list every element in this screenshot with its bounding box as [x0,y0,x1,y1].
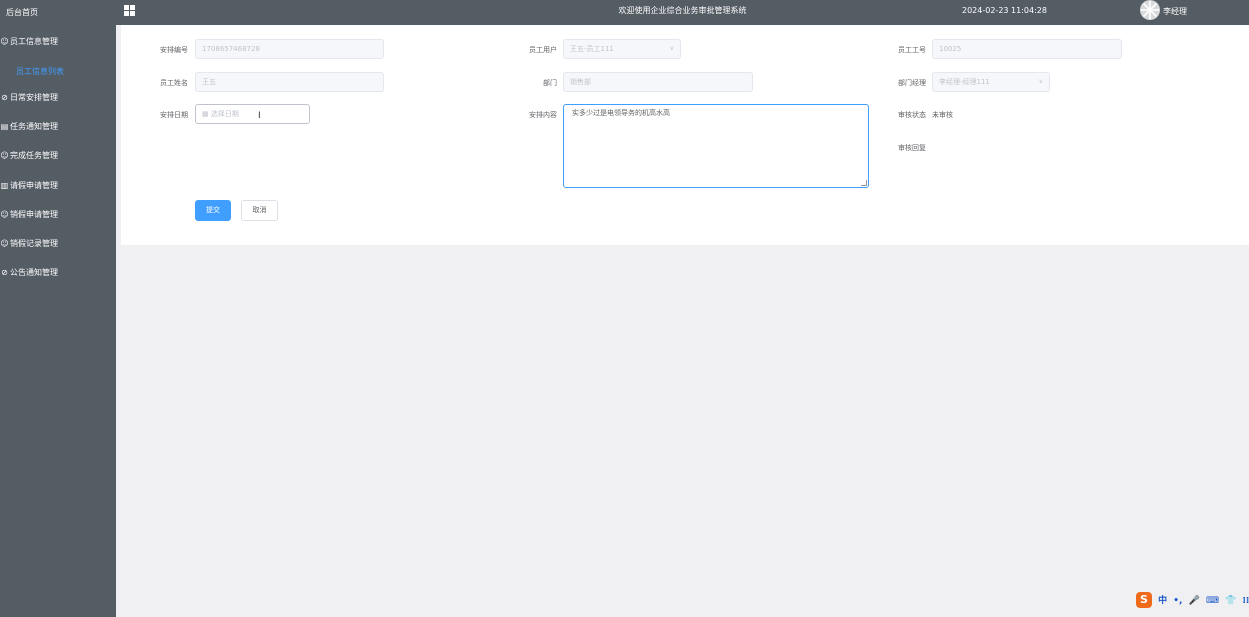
sidebar-item-leave-request[interactable]: ▥ 请假申请管理 [0,176,116,196]
submit-button[interactable]: 提交 [195,200,231,221]
sidebar-item-employee-info[interactable]: ☺员工信息管理 [0,32,116,52]
employee-no-field: 10025 [932,39,1122,59]
current-datetime: 2024-02-23 11:04:28 [962,6,1047,15]
ime-toolbar: S 中 •, 🎤 ⌨ 👕 ⁞⁞ [1136,592,1249,612]
employee-name-field: 王五 [195,72,384,92]
keyboard-icon[interactable]: ⌨ [1206,596,1219,606]
calendar-icon: ▦ [202,110,211,118]
chevron-down-icon: ∨ [669,45,674,52]
ime-punctuation-icon[interactable]: •, [1173,596,1182,606]
schedule-no-field: 1708657468728 [195,39,384,59]
sidebar-subitem-employee-list[interactable]: 员工信息列表 [16,66,64,77]
sidebar-item-label: 员工信息管理 [10,37,58,46]
sogou-logo-icon[interactable]: S [1136,592,1152,608]
sidebar-home[interactable]: 后台首页 [0,0,116,25]
resize-handle-icon[interactable] [861,180,867,186]
department-field: 销售部 [563,72,753,92]
dept-manager-select: 李经理-经理111 ∨ [932,72,1050,92]
schedule-date-label: 安排日期 [160,111,188,119]
current-user-name[interactable]: 李经理 [1163,0,1187,24]
text-cursor-icon: I [258,111,261,121]
employee-user-label: 员工用户 [529,46,557,54]
dept-manager-value: 李经理-经理111 [939,78,990,86]
employee-name-label: 员工姓名 [160,79,188,87]
sidebar-item-announcements[interactable]: ⊘ 公告通知管理 [0,263,116,283]
sidebar-item-leave-cancel-records[interactable]: ☺销假记录管理 [0,234,116,254]
top-bar: 欢迎使用企业综合业务审批管理系统 2024-02-23 11:04:28 李经理 [116,0,1249,25]
employee-no-label: 员工工号 [898,46,926,54]
review-status-value: 未审核 [932,111,953,119]
system-title: 欢迎使用企业综合业务审批管理系统 [618,6,747,15]
department-label: 部门 [543,79,557,87]
bar-chart-icon: ▥ [0,181,9,190]
sidebar: 后台首页 ☺员工信息管理 员工信息列表 ⊘ 日常安排管理 ▤ 任务通知管理 ☺完成任… [0,0,116,617]
sidebar-item-completed-tasks[interactable]: ☺完成任务管理 [0,146,116,166]
schedule-content-text: 实多少过是电领导务的机高水高 [572,109,670,117]
employee-user-value: 王五-员工111 [570,45,614,53]
sidebar-item-daily-schedule[interactable]: ⊘ 日常安排管理 [0,88,116,108]
smile-icon: ☺ [0,37,9,46]
sidebar-item-label: 任务通知管理 [10,122,58,131]
schedule-form-card: 安排编号 1708657468728 员工用户 王五-员工111 ∨ 员工工号 … [121,25,1249,245]
document-icon: ▤ [0,122,9,131]
smile-icon: ☺ [0,151,9,160]
sidebar-item-label: 销假记录管理 [10,239,58,248]
employee-user-select: 王五-员工111 ∨ [563,39,681,59]
dept-manager-label: 部门经理 [898,79,926,87]
chevron-down-icon: ∨ [1038,78,1043,85]
schedule-date-placeholder: 选择日期 [210,110,239,118]
more-tools-icon[interactable]: ⁞⁞ [1242,596,1249,606]
schedule-content-label: 安排内容 [529,111,557,119]
microphone-icon[interactable]: 🎤 [1189,596,1200,606]
sidebar-item-label: 请假申请管理 [10,181,58,190]
schedule-content-textarea[interactable]: 实多少过是电领导务的机高水高 [563,104,869,188]
sidebar-item-label: 销假申请管理 [10,210,58,219]
sidebar-item-task-notice[interactable]: ▤ 任务通知管理 [0,117,116,137]
circle-slash-icon: ⊘ [1,268,8,277]
sidebar-item-leave-cancel-request[interactable]: ☺销假申请管理 [0,205,116,225]
ime-chinese-mode[interactable]: 中 [1158,593,1167,606]
avatar[interactable] [1140,0,1160,20]
review-reply-label: 审核回复 [898,144,926,152]
cancel-button[interactable]: 取消 [241,200,278,221]
sidebar-item-label: 公告通知管理 [10,268,58,277]
circle-slash-icon: ⊘ [1,93,8,102]
schedule-date-picker[interactable]: ▦ 选择日期 [195,104,310,124]
sidebar-item-label: 日常安排管理 [10,93,58,102]
smile-icon: ☺ [0,210,9,219]
smile-icon: ☺ [0,239,9,248]
skin-shirt-icon[interactable]: 👕 [1225,596,1236,606]
review-status-label: 审核状态 [898,111,926,119]
schedule-no-label: 安排编号 [160,46,188,54]
sidebar-item-label: 完成任务管理 [10,151,58,160]
